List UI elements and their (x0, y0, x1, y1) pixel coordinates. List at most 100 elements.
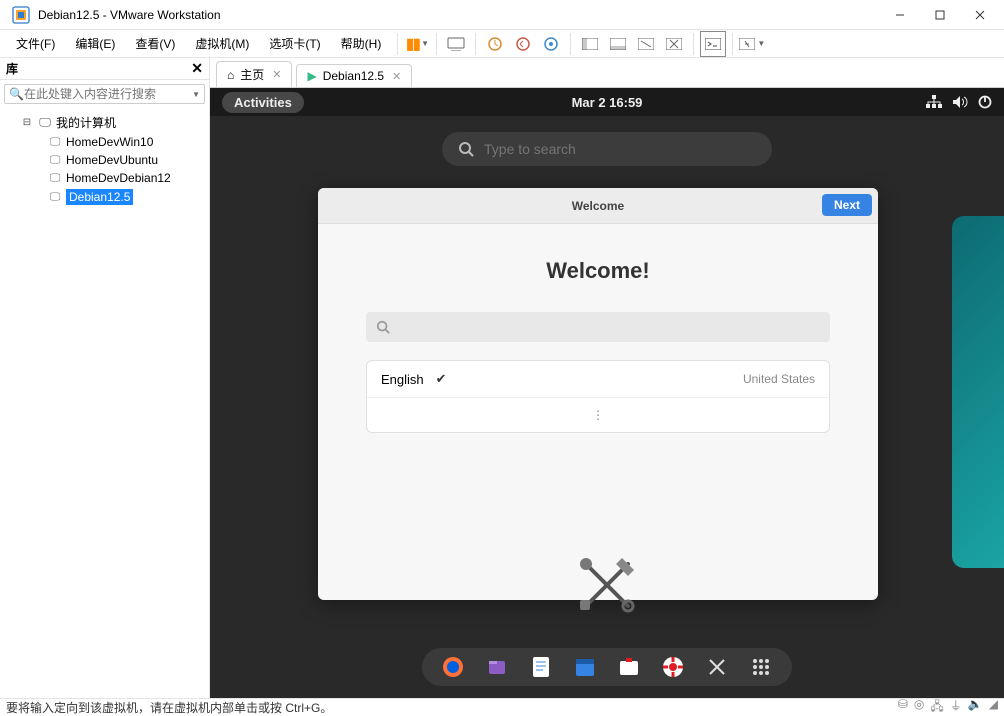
menu-help[interactable]: 帮助(H) (331, 31, 392, 56)
next-button[interactable]: Next (822, 194, 872, 216)
disk-icon[interactable]: ⛁ (898, 697, 908, 716)
search-icon (376, 320, 390, 334)
sound-icon[interactable]: 🔈 (968, 697, 983, 716)
fullscreen-button[interactable]: ▼ (739, 31, 765, 57)
vm-icon (48, 135, 62, 149)
revert-button[interactable] (510, 31, 536, 57)
dock-software-icon[interactable] (618, 656, 640, 678)
console-view-button[interactable] (700, 31, 726, 57)
language-search[interactable] (366, 312, 830, 342)
welcome-body: Welcome! English ✔ United States ⋮ (318, 224, 878, 600)
pause-button[interactable]: ▮▮▼ (404, 31, 430, 57)
vm-icon (48, 153, 62, 167)
welcome-header: Welcome Next (318, 188, 878, 224)
layout-sidebar-button[interactable] (577, 31, 603, 57)
guest-display[interactable]: Activities Mar 2 16:59 (210, 88, 1004, 698)
tab-home[interactable]: ⌂ 主页 ✕ (216, 61, 292, 87)
dock-calendar-icon[interactable] (574, 656, 596, 678)
menu-view[interactable]: 查看(V) (125, 31, 185, 56)
gnome-overview-search[interactable] (442, 132, 772, 166)
layout-unity-button[interactable] (661, 31, 687, 57)
snapshot-button[interactable] (482, 31, 508, 57)
clock[interactable]: Mar 2 16:59 (572, 95, 643, 110)
gnome-status-area[interactable] (926, 95, 992, 109)
dropdown-icon: ▼ (757, 39, 765, 48)
menu-vm[interactable]: 虚拟机(M) (185, 31, 259, 56)
vm-icon (48, 171, 62, 185)
network-icon[interactable] (926, 95, 942, 109)
power-icon[interactable] (978, 95, 992, 109)
maximize-button[interactable] (920, 1, 960, 29)
network-adapter-icon[interactable]: 🖧 (930, 697, 943, 716)
tree-root[interactable]: 我的计算机 (0, 112, 209, 133)
tab-close-button[interactable]: ✕ (392, 70, 401, 83)
library-header: 库 ✕ (0, 58, 209, 80)
dock-firefox-icon[interactable] (442, 656, 464, 678)
dock-files-icon[interactable] (486, 656, 508, 678)
dropdown-icon: ▼ (421, 39, 429, 48)
menu-edit[interactable]: 编辑(E) (65, 31, 125, 56)
tree-root-label: 我的计算机 (56, 114, 116, 131)
language-more-button[interactable]: ⋮ (367, 398, 829, 432)
menu-file[interactable]: 文件(F) (6, 31, 65, 56)
dock-show-apps-icon[interactable] (750, 656, 772, 678)
window-titlebar: Debian12.5 - VMware Workstation (0, 0, 1004, 30)
search-icon: 🔍 (9, 87, 24, 101)
expand-icon[interactable] (20, 116, 34, 130)
gnome-dock (422, 648, 792, 686)
wallpaper-preview[interactable] (952, 216, 1004, 568)
layout-quick-button[interactable] (633, 31, 659, 57)
library-panel: 库 ✕ 🔍 ▼ 我的计算机 HomeDevWin10 HomeDevUbuntu (0, 58, 210, 698)
check-icon: ✔ (436, 371, 447, 387)
menu-tabs[interactable]: 选项卡(T) (259, 31, 330, 56)
dock-text-editor-icon[interactable] (530, 656, 552, 678)
home-icon: ⌂ (227, 68, 234, 82)
welcome-header-title: Welcome (572, 199, 624, 213)
resize-grip-icon[interactable]: ◢ (989, 697, 998, 716)
tab-close-button[interactable]: ✕ (272, 68, 281, 81)
menubar: 文件(F) 编辑(E) 查看(V) 虚拟机(M) 选项卡(T) 帮助(H) ▮▮… (0, 30, 1004, 58)
library-tree: 我的计算机 HomeDevWin10 HomeDevUbuntu HomeDev… (0, 108, 209, 211)
cd-icon[interactable]: ◎ (914, 697, 924, 716)
statusbar-hint: 要将输入定向到该虚拟机，请在虚拟机内部单击或按 Ctrl+G。 (6, 699, 332, 716)
settings-tools-icon[interactable] (572, 550, 642, 620)
layout-bottom-button[interactable] (605, 31, 631, 57)
search-icon (458, 141, 474, 157)
tree-item-debian125[interactable]: Debian12.5 (0, 187, 209, 207)
close-button[interactable] (960, 1, 1000, 29)
library-search-input[interactable] (24, 87, 190, 101)
minimize-button[interactable] (880, 1, 920, 29)
volume-icon[interactable] (952, 95, 968, 109)
vm-running-icon (48, 190, 62, 204)
activities-button[interactable]: Activities (222, 92, 304, 113)
snapshot-manager-button[interactable] (538, 31, 564, 57)
language-list: English ✔ United States ⋮ (366, 360, 830, 433)
language-label: English (381, 372, 424, 387)
tree-item-win10[interactable]: HomeDevWin10 (0, 133, 209, 151)
language-row-english[interactable]: English ✔ United States (367, 361, 829, 398)
statusbar-device-icons: ⛁ ◎ 🖧 ⏚ 🔈 ◢ (898, 697, 998, 716)
statusbar: 要将输入定向到该虚拟机，请在虚拟机内部单击或按 Ctrl+G。 ⛁ ◎ 🖧 ⏚ … (0, 698, 1004, 716)
dock-help-icon[interactable] (662, 656, 684, 678)
gnome-search-input[interactable] (484, 141, 756, 157)
pause-icon: ▮▮ (406, 34, 420, 54)
dropdown-icon[interactable]: ▼ (192, 90, 200, 99)
tree-item-ubuntu[interactable]: HomeDevUbuntu (0, 151, 209, 169)
window-title: Debian12.5 - VMware Workstation (38, 8, 880, 22)
send-ctrl-alt-del-button[interactable] (443, 31, 469, 57)
vm-running-icon: ▶ (307, 69, 316, 83)
tab-vm[interactable]: ▶ Debian12.5 ✕ (296, 64, 412, 87)
library-search[interactable]: 🔍 ▼ (4, 84, 205, 104)
tree-item-debian12[interactable]: HomeDevDebian12 (0, 169, 209, 187)
vm-view: ⌂ 主页 ✕ ▶ Debian12.5 ✕ Activities Mar 2 1… (210, 58, 1004, 698)
dock-settings-icon[interactable] (706, 656, 728, 678)
usb-icon[interactable]: ⏚ (950, 697, 962, 716)
app-icon (12, 6, 30, 24)
library-title: 库 (6, 60, 18, 77)
tab-strip: ⌂ 主页 ✕ ▶ Debian12.5 ✕ (210, 58, 1004, 88)
welcome-window: Welcome Next Welcome! English ✔ U (318, 188, 878, 600)
gnome-top-bar: Activities Mar 2 16:59 (210, 88, 1004, 116)
country-label: United States (743, 372, 815, 386)
welcome-title: Welcome! (546, 258, 650, 284)
library-close-button[interactable]: ✕ (191, 60, 203, 77)
